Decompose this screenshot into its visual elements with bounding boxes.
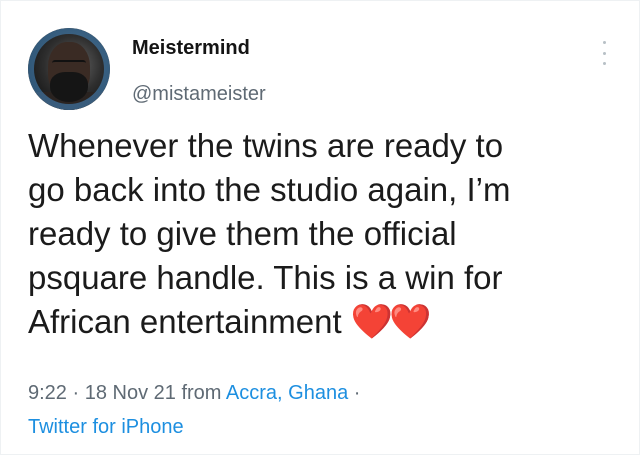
from-label: from xyxy=(181,382,222,404)
more-dot xyxy=(602,51,606,55)
more-vertical-icon[interactable] xyxy=(601,41,607,65)
heart-emoji: ❤️❤️ xyxy=(350,303,432,341)
tweet-line: go back into the studio again, I’m xyxy=(28,171,511,208)
tweet-line: Whenever the twins are ready to xyxy=(28,127,504,164)
avatar[interactable] xyxy=(28,28,110,110)
tweet-line: psquare handle. This is a win for xyxy=(28,259,503,296)
more-dot xyxy=(602,62,606,65)
tweet-text: Whenever the twins are ready to go back … xyxy=(28,124,618,344)
tweet-meta: 9:22 · 18 Nov 21 from Accra, Ghana · xyxy=(28,377,360,409)
author-handle[interactable]: @mistameister xyxy=(132,83,266,106)
location-link[interactable]: Accra, Ghana xyxy=(226,382,348,404)
source-link[interactable]: Twitter for iPhone xyxy=(28,411,184,443)
tweet-line: ready to give them the official xyxy=(28,215,457,252)
meta-separator: · xyxy=(353,382,361,404)
tweet-time[interactable]: 9:22 xyxy=(28,382,67,404)
meta-separator: · xyxy=(72,382,80,404)
avatar-ring xyxy=(28,28,110,110)
more-dot xyxy=(602,41,606,44)
tweet-line: African entertainment xyxy=(28,303,342,340)
author-display-name[interactable]: Meistermind xyxy=(132,37,250,60)
tweet-card: Meistermind @mistameister Whenever the t… xyxy=(0,0,640,455)
tweet-date[interactable]: 18 Nov 21 xyxy=(85,382,176,404)
